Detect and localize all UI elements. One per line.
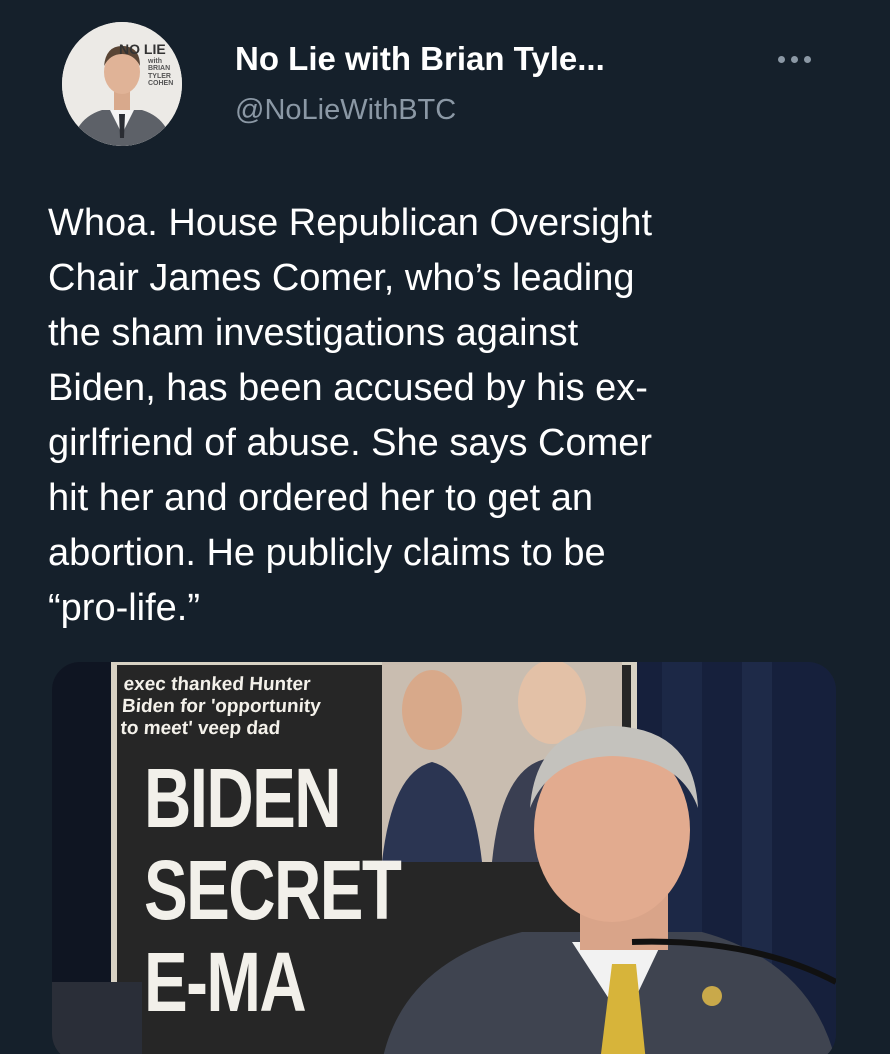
more-options-button[interactable] [778,52,822,66]
avatar-logo-subtext: with BRIAN TYLER COHEN [148,58,174,88]
more-horizontal-icon [778,55,785,63]
tweet-text: Whoa. House Republican Oversight Chair J… [48,202,653,629]
author-avatar[interactable]: NO LIE with BRIAN TYLER COHEN [62,22,182,146]
author-handle[interactable]: @NoLieWithBTC [235,94,456,127]
newspaper-subhead: exec thanked Hunter Biden for 'opportuni… [119,674,322,739]
more-horizontal-icon-dot [791,55,798,63]
more-horizontal-icon-dot [804,55,811,63]
newspaper-headline: BIDEN SECRET E-MA [144,751,402,1029]
avatar-logo-text: NO LIE [119,41,166,57]
tweet-media-image[interactable]: exec thanked Hunter Biden for 'opportuni… [52,662,836,1054]
author-display-name[interactable]: No Lie with Brian Tyle... [235,40,605,78]
